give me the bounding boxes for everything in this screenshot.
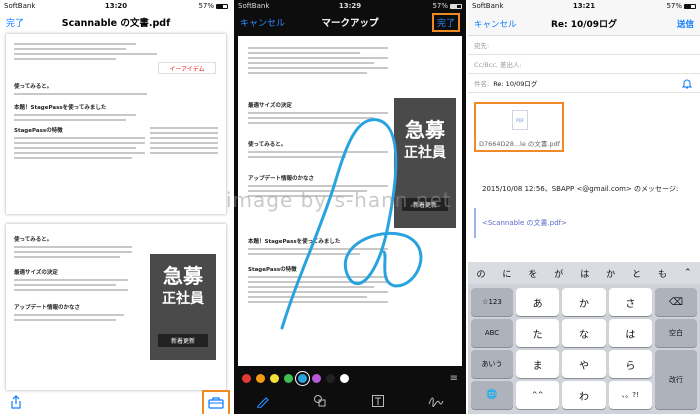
pdf-viewer-screen: SoftBank 13:20 57% 完了 Scannable の文書.pdf … bbox=[0, 0, 232, 414]
ad-subheadline: 正社員 bbox=[162, 291, 204, 307]
candidate-word[interactable]: を bbox=[528, 267, 537, 280]
doc-heading: 使ってみると。 bbox=[14, 237, 53, 243]
expand-candidates-icon[interactable]: ⌃ bbox=[684, 268, 692, 278]
space-key[interactable]: 空白 bbox=[654, 319, 697, 347]
status-bar: SoftBank 13:29 57% bbox=[234, 0, 466, 12]
done-button[interactable]: 完了 bbox=[6, 16, 24, 29]
send-button[interactable]: 送信 bbox=[677, 18, 694, 30]
attachment-filename: D7664D28...le の文書.pdf bbox=[479, 140, 560, 148]
key-wa[interactable]: わ bbox=[562, 381, 606, 409]
key-ka[interactable]: か bbox=[562, 288, 606, 316]
done-button[interactable]: 完了 bbox=[431, 12, 460, 32]
signature-tool-icon[interactable] bbox=[428, 394, 444, 411]
pdf-page-2[interactable]: 使ってみると。 最適サイズの決定 アップデート情報のかなさ 急募 正社員 新着更… bbox=[6, 224, 226, 390]
bottom-toolbar bbox=[0, 389, 232, 414]
color-swatch[interactable] bbox=[298, 373, 307, 383]
pdf-page-1[interactable]: イーアイデム 使ってみると。 本題！StagePassを使ってみました Stag… bbox=[6, 34, 226, 214]
share-icon[interactable] bbox=[10, 394, 22, 413]
shapes-tool-icon[interactable] bbox=[313, 394, 327, 411]
key-ta[interactable]: た bbox=[516, 319, 560, 347]
color-swatch[interactable] bbox=[326, 373, 335, 383]
abc-key[interactable]: ABC bbox=[471, 319, 513, 347]
key-ya[interactable]: や bbox=[562, 350, 606, 378]
japanese-keyboard: ☆123 あ か さ ⌫ ABC た な は 空白 あいう ま や ら 改行 🌐… bbox=[468, 284, 700, 414]
nav-bar: キャンセル マークアップ 完了 bbox=[234, 12, 466, 32]
status-bar: SoftBank 13:21 57% bbox=[468, 0, 700, 12]
battery-icon bbox=[684, 3, 696, 9]
bell-icon[interactable] bbox=[681, 78, 693, 91]
cc-bcc-label: Cc/Bcc, 差出人: bbox=[474, 61, 522, 69]
globe-key[interactable]: 🌐 bbox=[471, 381, 513, 409]
cancel-button[interactable]: キャンセル bbox=[474, 18, 517, 30]
menu-icon[interactable]: ≡ bbox=[450, 373, 458, 384]
backspace-key[interactable]: ⌫ bbox=[654, 288, 697, 316]
clock: 13:29 bbox=[338, 2, 362, 10]
color-swatch[interactable] bbox=[312, 373, 321, 383]
doc-heading: 使ってみると。 bbox=[14, 84, 53, 90]
key-a[interactable]: あ bbox=[516, 288, 560, 316]
mail-compose-screen: SoftBank 13:21 57% キャンセル Re: 10/09ログ 送信 … bbox=[468, 0, 700, 414]
toolbox-icon bbox=[208, 396, 224, 409]
markup-toolbox-button[interactable] bbox=[202, 389, 230, 414]
job-ad-image: 急募 正社員 新着更新 bbox=[150, 254, 216, 360]
ad-badge: 新着更新 bbox=[158, 334, 208, 347]
reply-header-line: 2015/10/08 12:56、SBAPP <@gmail.com> のメッセ… bbox=[482, 185, 679, 193]
candidate-word[interactable]: も bbox=[658, 267, 667, 280]
markup-canvas[interactable]: 最適サイズの決定 使ってみると。 アップデート情報のかなさ 本題！StagePa… bbox=[238, 36, 462, 366]
screenshot-composite: SoftBank 13:20 57% 完了 Scannable の文書.pdf … bbox=[0, 0, 700, 414]
key-ra[interactable]: ら bbox=[608, 350, 652, 378]
color-swatch[interactable] bbox=[242, 373, 251, 383]
to-label: 宛先: bbox=[474, 42, 490, 50]
subject-field[interactable]: 件名: Re: 10/09ログ bbox=[468, 74, 700, 93]
color-swatch[interactable] bbox=[340, 373, 349, 383]
quoted-message: <Scannable の文書.pdf> bbox=[474, 208, 694, 238]
brand-logo: イーアイデム bbox=[158, 62, 216, 74]
pen-tool-icon[interactable] bbox=[256, 394, 270, 411]
quoted-attachment-text: <Scannable の文書.pdf> bbox=[482, 219, 567, 227]
subject-input[interactable]: Re: 10/09ログ bbox=[493, 78, 537, 88]
candidate-bar: の に を が は か と も ⌃ bbox=[468, 262, 700, 284]
battery-icon bbox=[450, 3, 462, 9]
doc-heading: 本題！StagePassを使ってみました bbox=[14, 105, 107, 111]
document-title: Scannable の文書.pdf bbox=[61, 18, 171, 29]
ad-headline: 急募 bbox=[163, 264, 203, 288]
nav-bar: キャンセル Re: 10/09ログ 送信 bbox=[468, 12, 700, 36]
candidate-word[interactable]: は bbox=[580, 267, 589, 280]
pdf-attachment[interactable]: PDF D7664D28...le の文書.pdf bbox=[474, 102, 564, 152]
key-ma[interactable]: ま bbox=[516, 350, 560, 378]
file-badge: PDF bbox=[516, 118, 524, 123]
key-punctuation[interactable]: 、。?! bbox=[608, 381, 652, 409]
status-bar: SoftBank 13:20 57% bbox=[0, 0, 232, 12]
to-field[interactable]: 宛先: bbox=[468, 36, 700, 55]
kana-key[interactable]: あいう bbox=[471, 350, 513, 378]
key-ha[interactable]: は bbox=[608, 319, 652, 347]
cc-bcc-field[interactable]: Cc/Bcc, 差出人: bbox=[468, 55, 700, 74]
color-palette: ≡ bbox=[234, 370, 466, 386]
markup-screen: SoftBank 13:29 57% キャンセル マークアップ 完了 最適サイズ… bbox=[234, 0, 466, 414]
cancel-button[interactable]: キャンセル bbox=[240, 16, 285, 29]
return-key[interactable]: 改行 bbox=[654, 350, 697, 409]
color-swatch[interactable] bbox=[256, 373, 265, 383]
candidate-word[interactable]: が bbox=[554, 267, 563, 280]
battery-icon bbox=[216, 3, 228, 9]
color-swatch[interactable] bbox=[284, 373, 293, 383]
nav-bar: 完了 Scannable の文書.pdf bbox=[0, 12, 232, 32]
text-tool-icon[interactable] bbox=[371, 394, 385, 411]
clock: 13:21 bbox=[572, 2, 596, 10]
key-emoticon[interactable]: ^^ bbox=[516, 381, 560, 409]
brand-text: イーアイデム bbox=[169, 65, 205, 73]
key-sa[interactable]: さ bbox=[608, 288, 652, 316]
markup-tools bbox=[234, 390, 466, 414]
candidate-word[interactable]: か bbox=[606, 267, 615, 280]
candidate-word[interactable]: の bbox=[476, 267, 485, 280]
numbers-key[interactable]: ☆123 bbox=[471, 288, 513, 316]
color-swatch[interactable] bbox=[270, 373, 279, 383]
subject-label: 件名: bbox=[474, 80, 490, 88]
clock: 13:20 bbox=[104, 2, 128, 10]
candidate-word[interactable]: に bbox=[502, 267, 511, 280]
key-na[interactable]: な bbox=[562, 319, 606, 347]
candidate-word[interactable]: と bbox=[632, 267, 641, 280]
pdf-file-icon: PDF bbox=[512, 110, 528, 130]
freehand-drawing bbox=[280, 118, 423, 330]
